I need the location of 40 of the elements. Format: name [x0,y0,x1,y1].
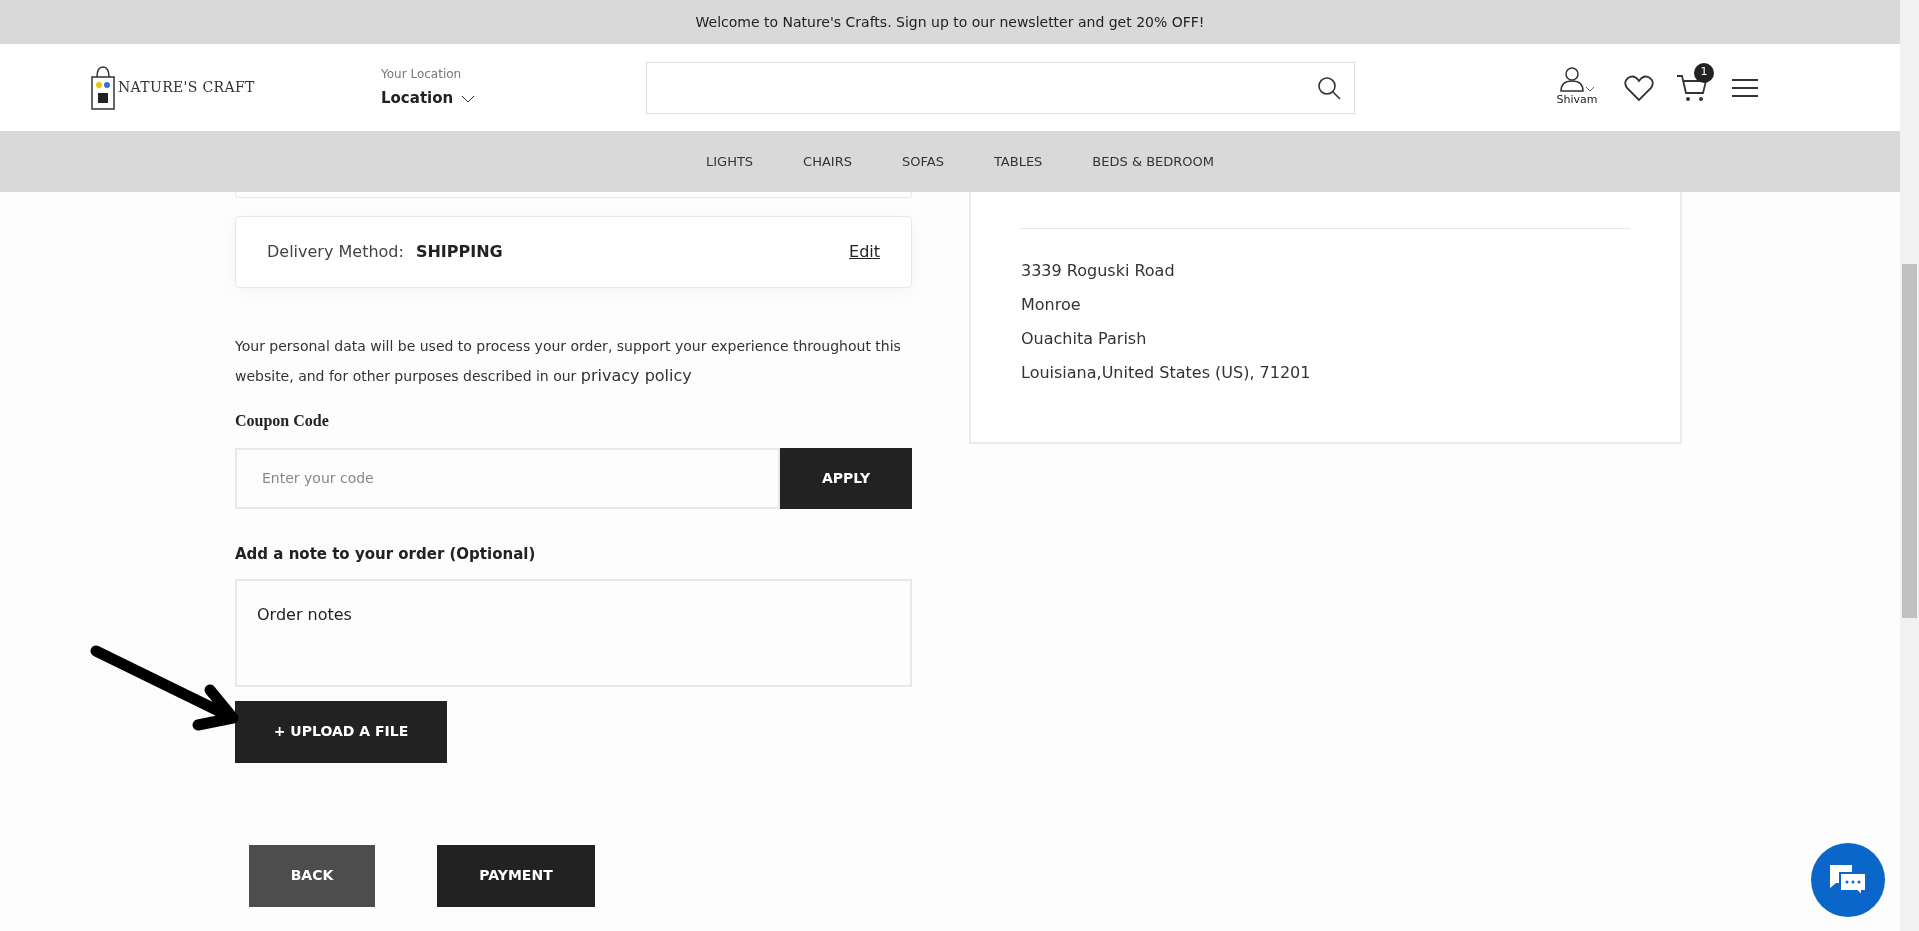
upload-file-button[interactable]: + UPLOAD A FILE [235,700,447,763]
payment-button[interactable]: PAYMENT [437,844,595,907]
address-line: 3339 Roguski Road [1021,260,1176,282]
delivery-label: Delivery Method: [267,241,404,263]
delivery-value: SHIPPING [415,241,503,263]
nav-link[interactable]: SOFAS [902,151,944,172]
nav-link[interactable]: LIGHTS [706,151,754,172]
cart-count-badge: 1 [1694,62,1714,83]
search-icon [1316,74,1342,101]
back-button[interactable]: BACK [249,844,375,907]
chevron-down-icon [1585,86,1595,93]
scrollbar[interactable] [1900,0,1919,931]
nav-link[interactable]: BEDS & BEDROOM [1092,151,1214,172]
apply-button[interactable]: APPLY [780,448,912,509]
chat-bubbles-icon [1828,863,1868,897]
announcement-bar: Welcome to Nature's Crafts. Sign up to our newsletter and get 20% OFF! [0,0,1900,44]
nav-link[interactable]: TABLES [993,151,1043,172]
logo[interactable]: NATURE'S CRAFT [90,64,290,111]
address-line: Monroe [1021,294,1082,316]
chevron-down-icon [461,94,476,103]
heart-icon[interactable] [1624,73,1654,102]
logo-text: NATURE'S CRAFT [118,78,255,97]
scrollbar-thumb[interactable] [1902,264,1917,618]
location-dropdown[interactable]: Location [381,87,646,110]
note-label: Add a note to your order (Optional) [235,544,537,565]
privacy-notice: Your personal data will be used to process your order, support your experience throughout this website, and for other purposes described in our privacy policy [235,337,902,387]
location-label: Your Location [381,66,463,84]
coupon-input[interactable]: Enter your code [235,448,780,509]
edit-link[interactable]: Edit [849,240,880,264]
address-line: Ouachita Parish [1021,328,1148,350]
user-icon[interactable] [1559,66,1585,93]
search-field[interactable] [646,61,1355,114]
menu-icon[interactable] [1732,77,1758,98]
bag-icon [90,64,116,111]
order-notes-field[interactable]: Order notes [235,578,912,687]
address-line: Louisiana,United States (US), 71201 [1021,362,1312,384]
nav-link[interactable]: CHAIRS [803,151,852,172]
coupon-label: Coupon Code [235,411,330,432]
user-name[interactable]: Shivam [1556,92,1598,109]
privacy-policy-link[interactable]: privacy policy [580,366,692,385]
